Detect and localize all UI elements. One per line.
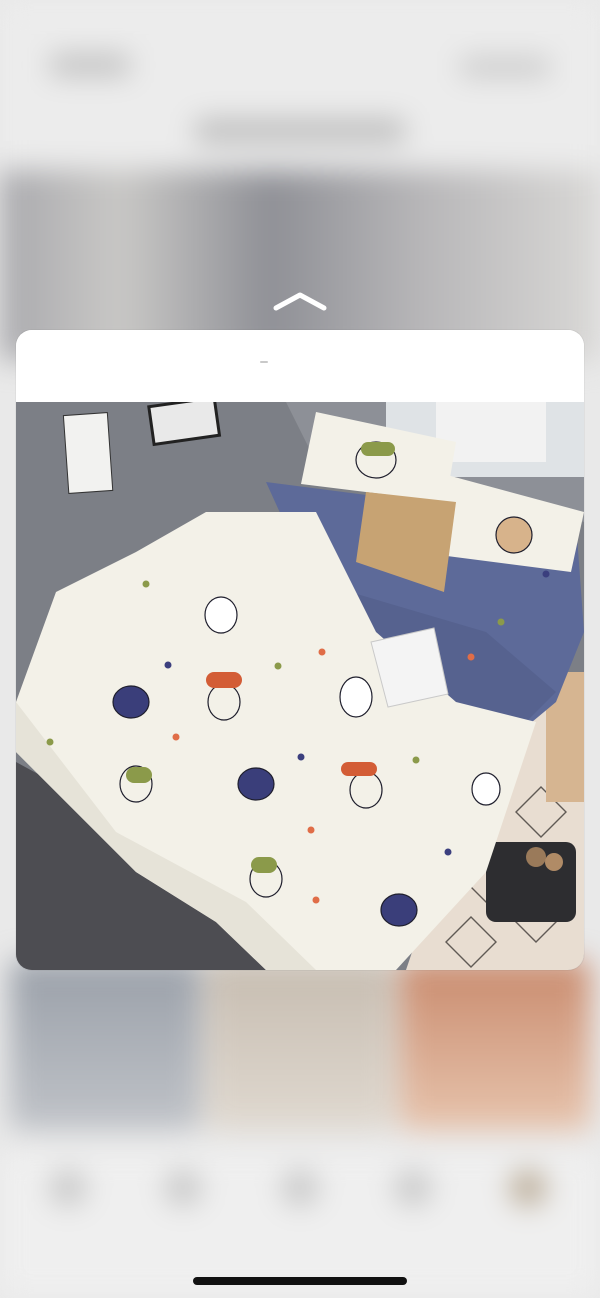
tab-icon [50, 1170, 86, 1206]
background-status-right [460, 58, 550, 76]
header-placeholder [260, 361, 268, 363]
background-tile [10, 960, 200, 1130]
preview-card[interactable] [16, 330, 584, 970]
tab-icon [395, 1170, 431, 1206]
background-tab-bar [0, 1150, 600, 1298]
tab-icon [282, 1170, 318, 1206]
background-header [0, 0, 600, 170]
product-photo[interactable] [16, 402, 584, 970]
background-title [195, 120, 405, 142]
background-grid [0, 960, 600, 1150]
background-tile [205, 960, 395, 1130]
tab-icon [165, 1170, 201, 1206]
background-tile [400, 960, 590, 1130]
preview-header [16, 330, 584, 402]
home-indicator[interactable] [193, 1277, 407, 1285]
tab-icon [510, 1170, 546, 1206]
background-status-left [50, 55, 130, 75]
chevron-up-icon[interactable] [272, 290, 328, 312]
